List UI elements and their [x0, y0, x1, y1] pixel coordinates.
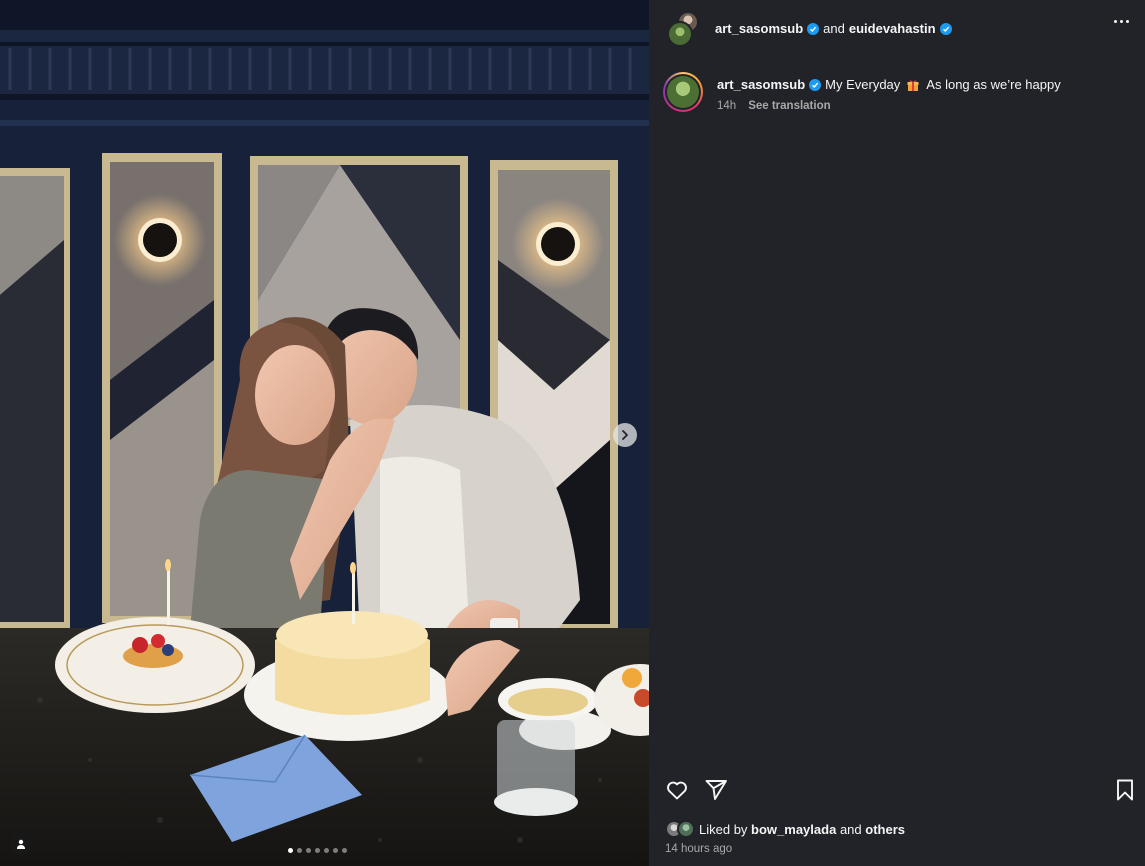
caption: art_sasomsub My Everyday As long as we’r… — [663, 72, 1133, 112]
verified-badge — [809, 79, 822, 91]
carousel-dots — [288, 848, 347, 853]
collab-joiner: and — [823, 21, 845, 36]
share-icon[interactable] — [704, 778, 728, 802]
photo-scene — [0, 0, 649, 866]
post-photo[interactable] — [0, 0, 649, 866]
post-timestamp: 14 hours ago — [665, 843, 733, 855]
author-username[interactable]: art_sasomsub — [715, 21, 803, 36]
header-usernames: art_sasomsub and euidevahastin — [715, 21, 952, 36]
post-header: art_sasomsub and euidevahastin — [649, 0, 1145, 57]
likes-prefix: Liked by — [699, 821, 748, 837]
story-ring[interactable] — [663, 72, 703, 112]
carousel-dot — [324, 848, 329, 853]
verified-badge — [807, 22, 820, 35]
carousel-dot — [297, 848, 302, 853]
bookmark-icon[interactable] — [1113, 778, 1137, 802]
carousel-dot — [288, 848, 293, 853]
see-translation-link[interactable]: See translation — [748, 100, 830, 112]
carousel-dot — [342, 848, 347, 853]
carousel-dot — [306, 848, 311, 853]
avatar — [667, 76, 699, 108]
avatar — [677, 820, 695, 838]
heart-icon[interactable] — [665, 778, 689, 802]
carousel-next-button[interactable] — [613, 423, 637, 447]
post-side-panel: art_sasomsub and euidevahastin art_sasom… — [649, 0, 1145, 866]
collab-avatars[interactable] — [665, 10, 701, 47]
user-tag-icon — [17, 839, 25, 849]
avatar — [667, 20, 693, 47]
caption-author[interactable]: art_sasomsub — [717, 77, 805, 93]
chevron-right-icon — [622, 430, 628, 440]
gift-emoji — [907, 80, 919, 91]
collaborator-username[interactable]: euidevahastin — [849, 21, 936, 36]
likes-summary: Liked by bow_maylada and others — [665, 820, 905, 838]
verified-badge — [939, 22, 952, 35]
user-tags-button[interactable] — [10, 833, 32, 855]
more-options-icon[interactable] — [1114, 20, 1129, 23]
carousel-dot — [315, 848, 320, 853]
likes-and: and — [839, 821, 862, 837]
liked-by-username[interactable]: bow_maylada — [751, 822, 836, 837]
carousel-dot — [333, 848, 338, 853]
post-actions — [665, 778, 1137, 806]
instagram-post: art_sasomsub and euidevahastin art_sasom… — [0, 0, 1145, 866]
caption-age: 14h — [717, 100, 737, 112]
caption-text-continued: As long as we’re happy — [926, 77, 1061, 92]
likes-others-link[interactable]: others — [865, 822, 905, 837]
caption-text: My Everyday — [825, 77, 901, 92]
